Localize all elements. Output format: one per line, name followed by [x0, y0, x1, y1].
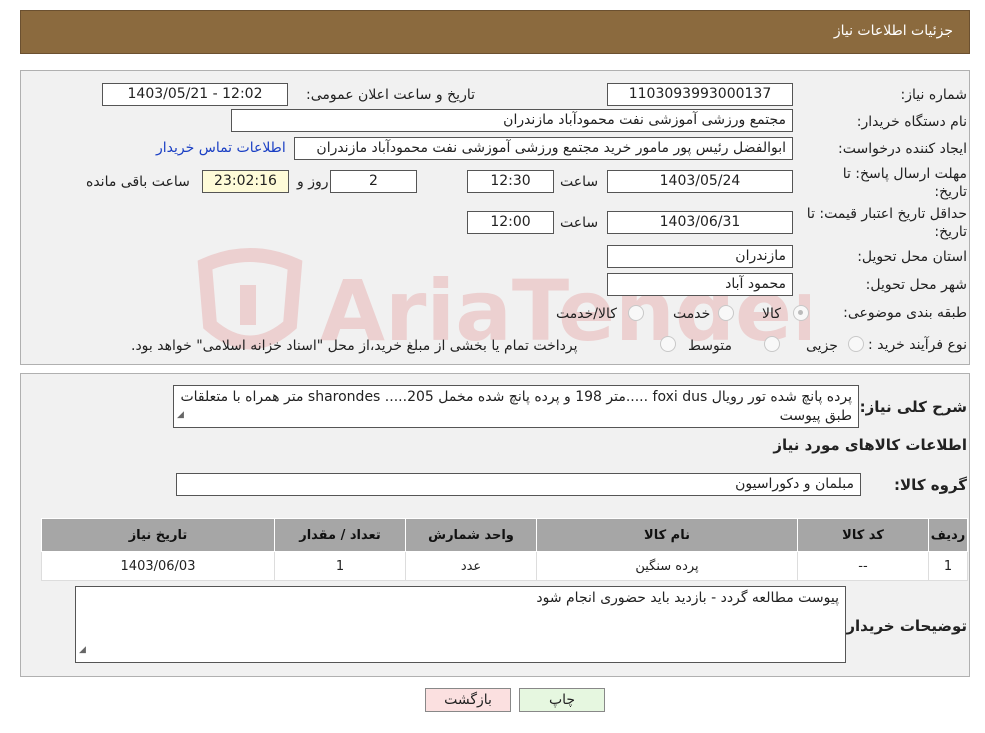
page-header: جزئیات اطلاعات نیاز: [20, 10, 970, 54]
validity-label: حداقل تاریخ اعتبار قیمت: تا: [806, 206, 967, 222]
process-label: نوع فرآیند خرید :: [868, 337, 967, 353]
province-field: مازندران: [607, 245, 793, 268]
group-label: گروه کالا:: [894, 476, 967, 494]
cell-qty: 1: [274, 551, 406, 581]
city-field: محمود آباد: [607, 273, 793, 296]
col-header-date: تاریخ نیاز: [41, 518, 275, 552]
summary-text: پرده پانچ شده تور رویال foxi dus .....مت…: [180, 389, 852, 424]
category-radio-goods-service[interactable]: [628, 305, 644, 321]
buyer-contact-link[interactable]: اطلاعات تماس خریدار: [156, 140, 286, 156]
cell-date: 1403/06/03: [41, 551, 275, 581]
validity-time-label: ساعت: [560, 215, 599, 231]
cell-name: پرده سنگین: [536, 551, 798, 581]
buyer-org-label: نام دستگاه خریدار:: [856, 114, 967, 130]
buyer-notes-text: پیوست مطالعه گردد - بازدید باید حضوری ان…: [536, 590, 839, 606]
buyer-org-field: مجتمع ورزشی آموزشی نفت محمودآباد مازندرا…: [231, 109, 793, 132]
process-option-partial: جزیی: [806, 338, 838, 354]
summary-label: شرح کلی نیاز:: [859, 398, 967, 416]
resize-grip-icon: ◢: [177, 410, 184, 420]
deadline-time-field: 12:30: [467, 170, 554, 193]
col-header-unit: واحد شمارش: [405, 518, 537, 552]
print-button[interactable]: چاپ: [519, 688, 605, 712]
process-radio-partial[interactable]: [848, 336, 864, 352]
resize-grip-icon: ◢: [79, 645, 86, 655]
creator-field: ابوالفضل رئیس پور مامور خرید مجتمع ورزشی…: [294, 137, 793, 160]
need-number-label: شماره نیاز:: [900, 87, 968, 103]
process-radio-medium[interactable]: [764, 336, 780, 352]
page-title: جزئیات اطلاعات نیاز: [833, 23, 953, 39]
deadline-label-date: تاریخ:: [934, 184, 967, 200]
treasury-checkbox[interactable]: [660, 336, 676, 352]
validity-date-field: 1403/06/31: [607, 211, 793, 234]
category-radio-service[interactable]: [718, 305, 734, 321]
cell-code: --: [797, 551, 929, 581]
category-option-goods: کالا: [762, 306, 781, 322]
process-option-medium: متوسط: [688, 338, 732, 354]
group-field: مبلمان و دکوراسیون: [176, 473, 861, 496]
col-header-name: نام کالا: [536, 518, 798, 552]
remaining-time-label: ساعت باقی مانده: [86, 174, 190, 190]
category-option-goods-service: کالا/خدمت: [556, 306, 617, 322]
category-label: طبقه بندی موضوعی:: [843, 305, 967, 321]
cell-unit: عدد: [405, 551, 537, 581]
days-label: روز و: [297, 174, 329, 190]
announce-label: تاریخ و ساعت اعلان عمومی:: [306, 87, 475, 103]
summary-textarea: پرده پانچ شده تور رویال foxi dus .....مت…: [173, 385, 859, 428]
validity-time-field: 12:00: [467, 211, 554, 234]
deadline-time-label: ساعت: [560, 174, 599, 190]
deadline-date-field: 1403/05/24: [607, 170, 793, 193]
col-header-row: ردیف: [928, 518, 968, 552]
deadline-label: مهلت ارسال پاسخ: تا: [842, 166, 967, 182]
category-option-service: خدمت: [673, 306, 711, 322]
back-button[interactable]: بازگشت: [425, 688, 511, 712]
buyer-notes-label: توضیحات خریدار:: [840, 617, 967, 635]
col-header-qty: تعداد / مقدار: [274, 518, 406, 552]
buyer-notes-textarea: پیوست مطالعه گردد - بازدید باید حضوری ان…: [75, 586, 846, 663]
province-label: استان محل تحویل:: [857, 249, 967, 265]
cell-row: 1: [928, 551, 968, 581]
goods-table: ردیف کد کالا نام کالا واحد شمارش تعداد /…: [41, 518, 968, 581]
validity-label-date: تاریخ:: [934, 224, 967, 240]
announce-datetime-field: 1403/05/21 - 12:02: [102, 83, 288, 106]
creator-label: ایجاد کننده درخواست:: [838, 141, 967, 157]
remaining-time-field: 23:02:16: [202, 170, 289, 193]
process-note: پرداخت تمام یا بخشی از مبلغ خرید،از محل …: [131, 338, 578, 354]
goods-info-title: اطلاعات کالاهای مورد نیاز: [773, 436, 967, 454]
table-row: 1 -- پرده سنگین عدد 1 1403/06/03: [41, 551, 968, 581]
col-header-code: کد کالا: [797, 518, 929, 552]
category-radio-goods[interactable]: [793, 305, 809, 321]
need-number-field: 1103093993000137: [607, 83, 793, 106]
city-label: شهر محل تحویل:: [865, 277, 967, 293]
days-remaining-field: 2: [330, 170, 417, 193]
